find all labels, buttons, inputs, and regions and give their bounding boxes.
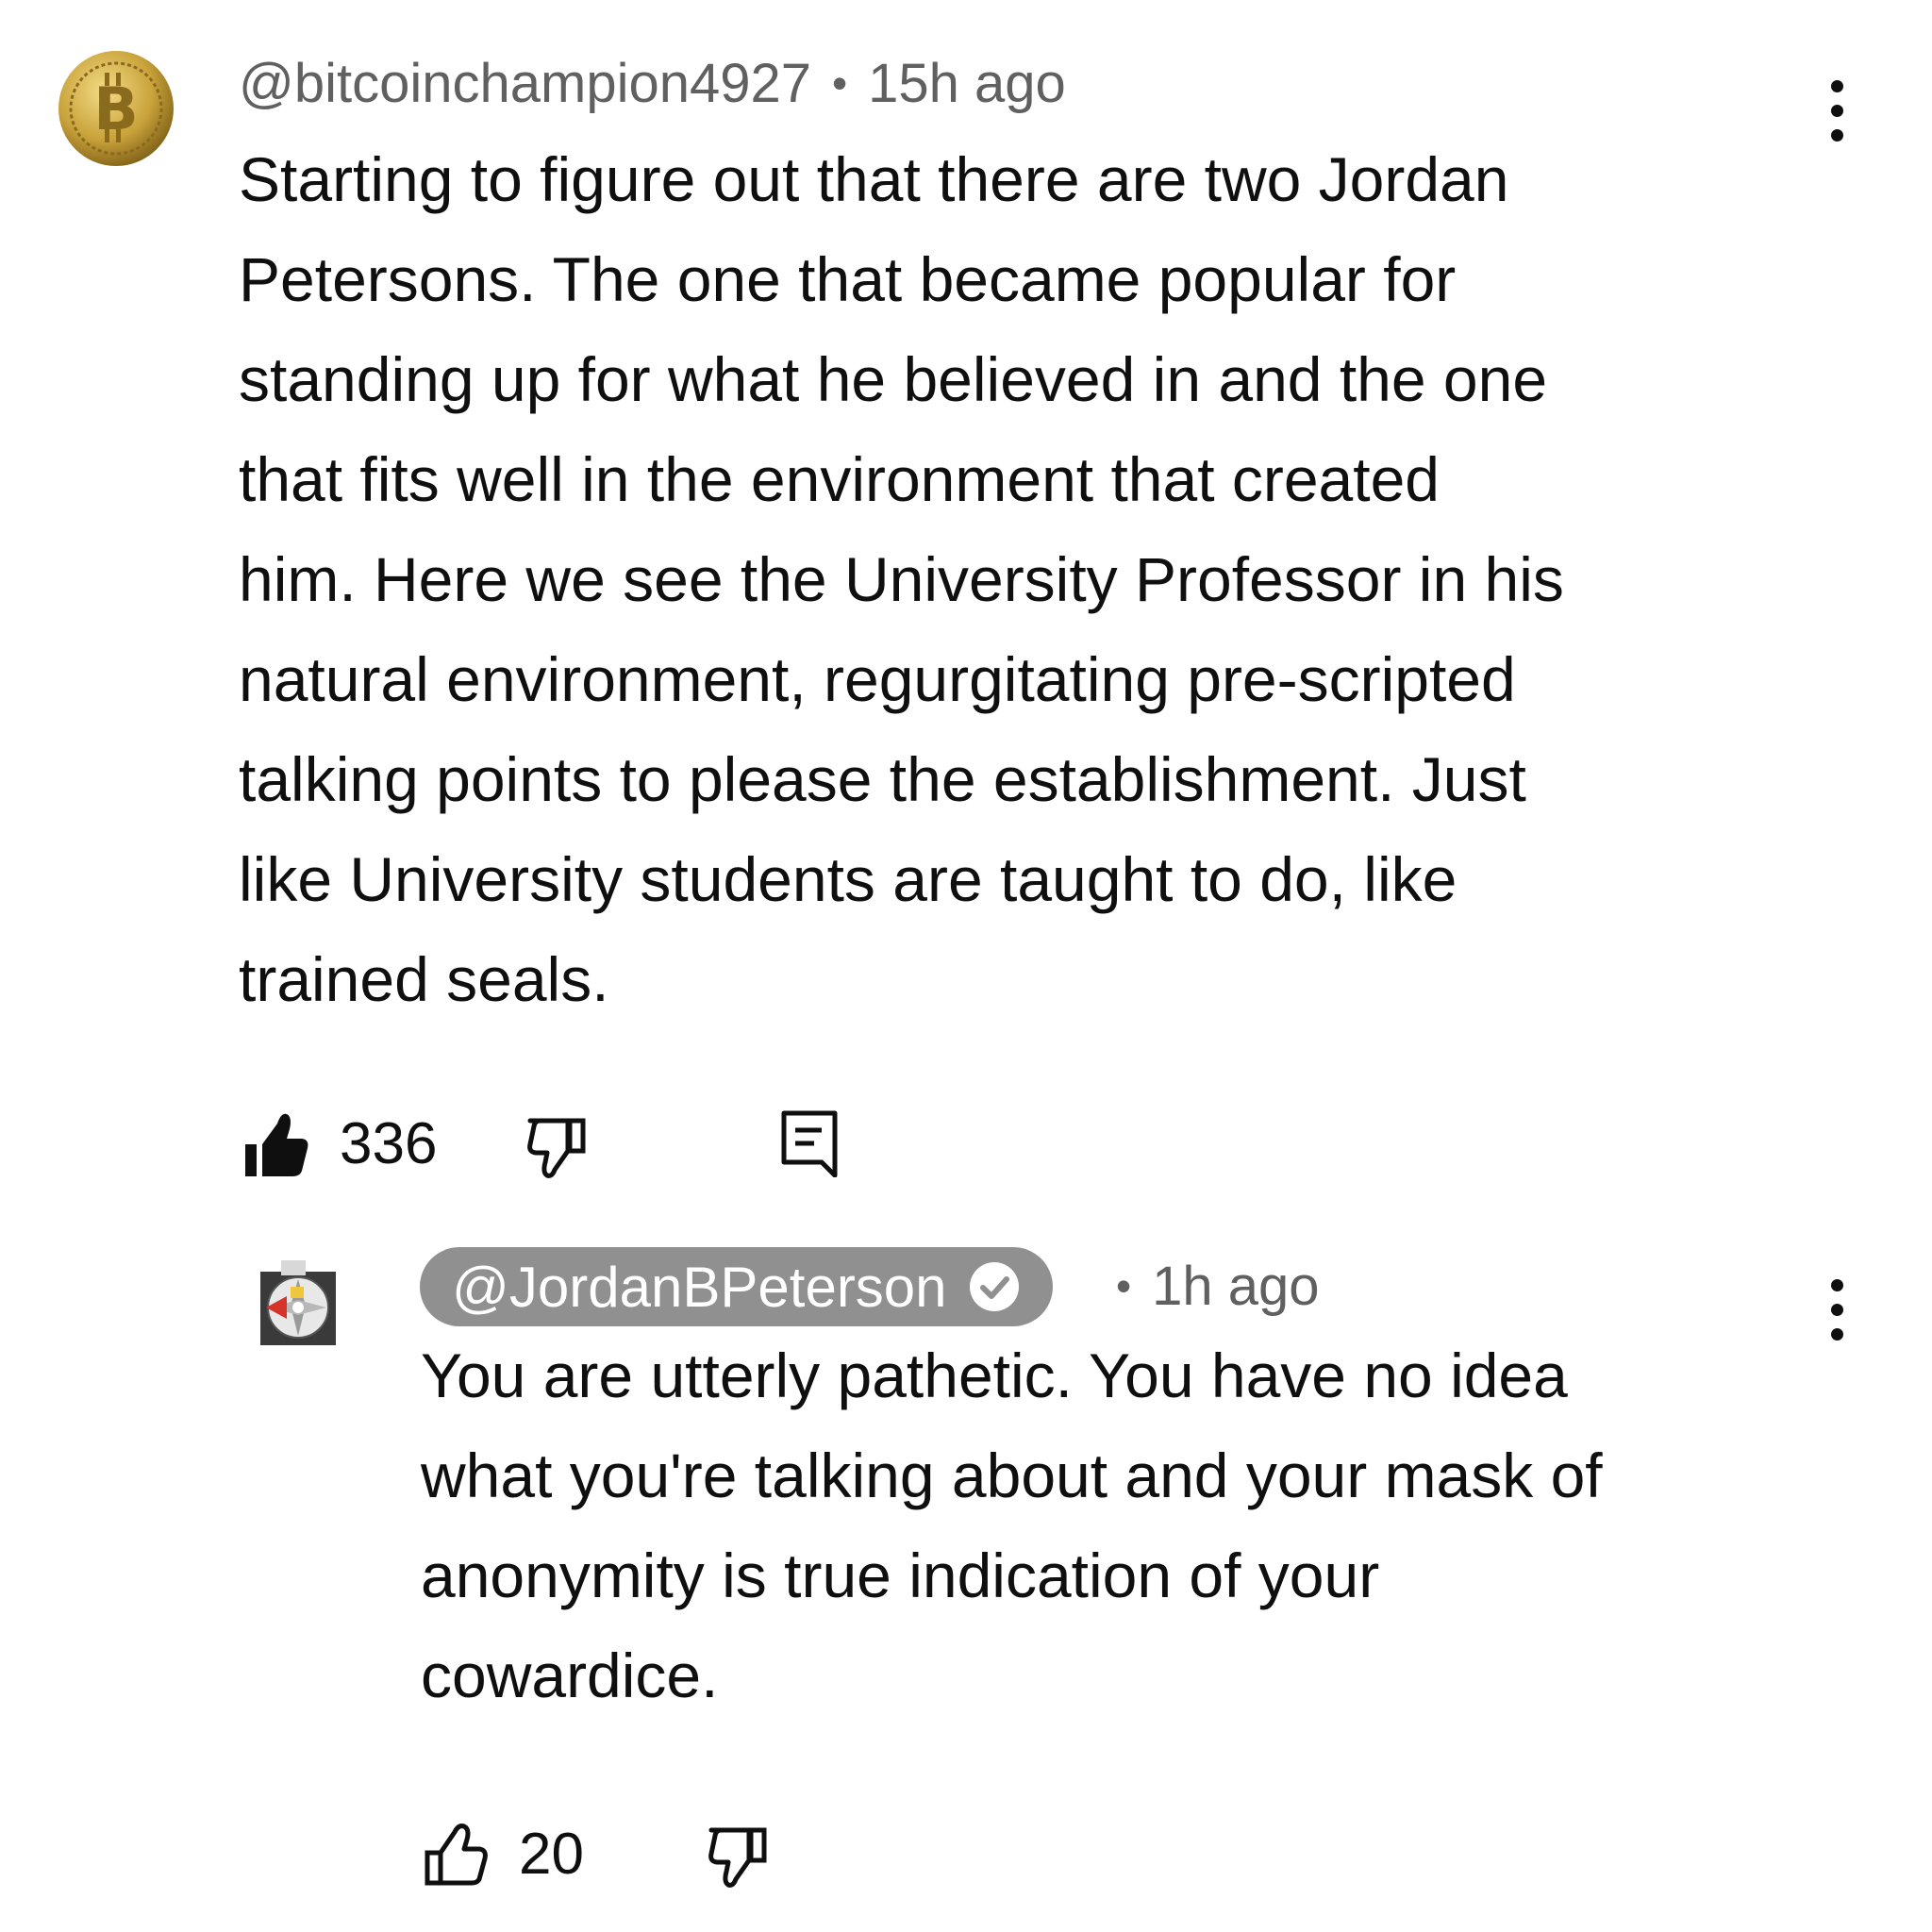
reply-meta: • 1h ago — [1116, 1253, 1320, 1324]
meta-separator: • — [1116, 1261, 1132, 1310]
comment-thread: B @bitcoinchampion4927 • 15h ago Starting … — [0, 0, 1932, 1932]
author-handle[interactable]: @bitcoinchampion4927 — [239, 53, 811, 114]
thumbs-up-outline-icon[interactable] — [425, 1823, 489, 1887]
comment-text: Starting to figure out that there are tw… — [239, 144, 1564, 1014]
commenter-avatar[interactable]: B — [58, 50, 175, 167]
reply-comment-icon[interactable] — [780, 1109, 839, 1177]
bitcoin-coin-icon: B — [58, 51, 174, 166]
comment-meta: @bitcoinchampion4927 • 15h ago — [239, 50, 1066, 121]
creator-handle-badge[interactable]: @JordanBPeterson — [420, 1247, 1053, 1326]
reply-like-count: 20 — [519, 1822, 584, 1887]
reply-timestamp[interactable]: 1h ago — [1152, 1256, 1319, 1317]
thumbs-down-outline-icon[interactable] — [526, 1113, 591, 1179]
creator-logo-icon — [253, 1260, 341, 1349]
reply-text: You are utterly pathetic. You have no id… — [421, 1341, 1603, 1710]
reply-author-handle: @JordanBPeterson — [452, 1255, 947, 1319]
verified-check-icon — [969, 1262, 1019, 1311]
reply-author-avatar[interactable] — [253, 1260, 341, 1349]
comment-timestamp[interactable]: 15h ago — [868, 53, 1066, 114]
like-count: 336 — [340, 1111, 438, 1176]
thumbs-up-filled-icon[interactable] — [243, 1110, 309, 1178]
meta-separator: • — [832, 58, 848, 108]
thumbs-down-outline-icon[interactable] — [708, 1823, 772, 1889]
